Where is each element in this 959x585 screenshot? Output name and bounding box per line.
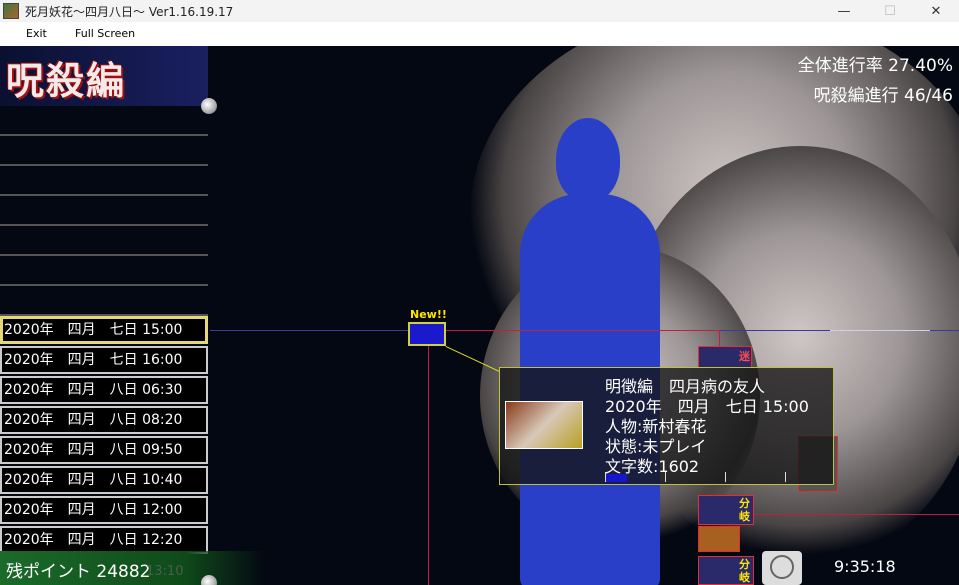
minimize-button[interactable]: — <box>821 0 867 22</box>
branch-thumbnail[interactable]: 分 岐 <box>698 495 754 525</box>
scene-list-empty-slots <box>0 106 208 316</box>
branch-line <box>430 330 720 331</box>
menu-fullscreen[interactable]: Full Screen <box>75 27 135 40</box>
empty-slot <box>0 226 208 256</box>
scene-row[interactable]: 2020年 四月 八日 12:20 <box>0 526 208 554</box>
points-bar: 残ポイント 24882 <box>0 551 265 585</box>
branch-line <box>428 346 429 585</box>
branch-line <box>720 514 959 515</box>
game-screen: 呪殺編 全体進行率 27.40% 呪殺編進行 46/46 2020年 四月 七日… <box>0 46 959 585</box>
new-badge: New!! <box>410 308 447 321</box>
chapter-title: 呪殺編 <box>6 58 127 103</box>
window-title: 死月妖花～四月八日～ Ver1.16.19.17 <box>25 4 234 19</box>
branch-thumbnail[interactable]: 迷 <box>698 346 752 368</box>
scene-node-selected[interactable] <box>408 322 446 346</box>
scene-thumbnail <box>505 401 583 449</box>
scene-row[interactable]: 2020年 四月 七日 16:00 <box>0 346 208 374</box>
clock-face-icon <box>770 555 794 579</box>
scroll-orb-icon[interactable] <box>201 98 217 114</box>
menu-exit[interactable]: Exit <box>26 27 47 40</box>
remaining-points: 残ポイント 24882 <box>6 562 151 582</box>
empty-slot <box>0 286 208 316</box>
scene-row-selected[interactable]: 2020年 四月 七日 15:00 <box>0 316 208 344</box>
scene-row[interactable]: 2020年 四月 八日 09:50 <box>0 436 208 464</box>
branch-thumbnail[interactable] <box>698 526 740 552</box>
close-button[interactable]: ✕ <box>913 0 959 22</box>
scene-row[interactable]: 2020年 四月 八日 10:40 <box>0 466 208 494</box>
empty-slot <box>0 136 208 166</box>
progress-tick <box>605 472 606 482</box>
scene-row[interactable]: 2020年 四月 八日 08:20 <box>0 406 208 434</box>
branch-label: 分 <box>739 497 750 510</box>
branch-label: 迷 <box>739 350 750 363</box>
timeline-line-highlight <box>830 330 930 331</box>
progress-tick <box>665 472 666 482</box>
scene-row[interactable]: 2020年 四月 八日 06:30 <box>0 376 208 404</box>
overall-progress: 全体進行率 27.40% <box>797 56 953 76</box>
popup-progress-bar <box>605 474 627 482</box>
branch-label: 分 <box>739 558 750 571</box>
empty-slot <box>0 196 208 226</box>
character-silhouette-head <box>556 118 620 202</box>
maximize-button[interactable]: ☐ <box>867 0 913 22</box>
branch-label: 岐 <box>739 571 750 584</box>
chapter-progress: 呪殺編進行 46/46 <box>813 86 953 106</box>
progress-tick <box>725 472 726 482</box>
scene-row[interactable]: 2020年 四月 八日 12:00 <box>0 496 208 524</box>
empty-slot <box>0 106 208 136</box>
empty-slot <box>0 166 208 196</box>
app-icon <box>3 3 19 19</box>
clock-icon <box>762 551 802 585</box>
clock-time: 9:35:18 <box>834 557 896 576</box>
chapter-logo: 呪殺編 <box>0 46 208 106</box>
branch-thumbnail[interactable]: 分 岐 <box>698 556 754 585</box>
faded-time-label: 13:10 <box>146 564 184 579</box>
branch-label: 岐 <box>739 510 750 523</box>
empty-slot <box>0 256 208 286</box>
menu-bar: Exit Full Screen <box>0 22 959 47</box>
window-titlebar: 死月妖花～四月八日～ Ver1.16.19.17 — ☐ ✕ <box>0 0 959 22</box>
progress-tick <box>785 472 786 482</box>
scroll-orb-icon[interactable] <box>201 575 217 585</box>
scene-info-popup: 明徴編 四月病の友人 2020年 四月 七日 15:00 人物:新村春花 状態:… <box>499 367 834 485</box>
